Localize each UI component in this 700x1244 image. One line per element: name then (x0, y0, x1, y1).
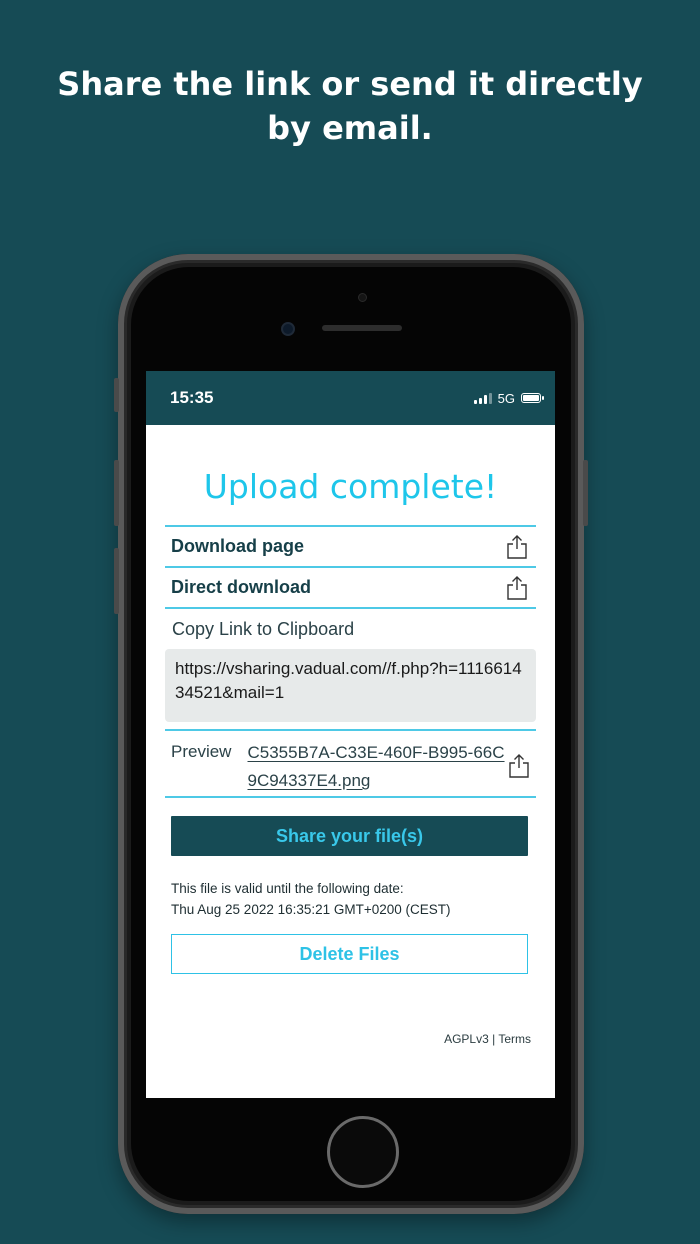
front-camera (281, 322, 295, 336)
share-icon[interactable] (506, 534, 528, 560)
preview-row: Preview C5355B7A-C33E-460F-B995-66C9C943… (165, 739, 536, 796)
volume-up-button (114, 460, 119, 526)
status-indicators: 5G (473, 390, 544, 406)
status-bar: 15:35 5G (146, 371, 555, 425)
battery-icon (521, 393, 544, 403)
power-button (583, 460, 588, 526)
copy-link-button[interactable]: Copy Link to Clipboard (172, 619, 536, 640)
direct-download-label: Direct download (171, 577, 312, 597)
validity-date: Thu Aug 25 2022 16:35:21 GMT+0200 (CEST) (171, 902, 451, 917)
direct-download-row[interactable]: Direct download (165, 566, 536, 607)
signal-icon (473, 392, 492, 404)
divider (165, 796, 536, 798)
app-screen: 15:35 5G Upload complete! Download page … (146, 371, 555, 1098)
share-icon[interactable] (508, 753, 530, 779)
home-button[interactable] (327, 1116, 399, 1188)
status-time: 15:35 (170, 388, 214, 407)
delete-files-button[interactable]: Delete Files (171, 934, 528, 974)
proximity-sensor (358, 293, 367, 302)
preview-file-link[interactable]: C5355B7A-C33E-460F-B995-66C9C94337E4.png (248, 739, 508, 795)
download-page-label: Download page (171, 536, 305, 556)
page-title: Upload complete! (203, 467, 498, 506)
divider (165, 729, 536, 731)
divider (165, 607, 536, 609)
headline: Share the link or send it directly by em… (57, 65, 643, 147)
volume-down-button (114, 548, 119, 614)
preview-label: Preview (171, 742, 232, 761)
network-label: 5G (497, 390, 515, 406)
url-field[interactable]: https://vsharing.vadual.com//f.php?h=111… (165, 649, 536, 722)
download-page-row[interactable]: Download page (165, 525, 536, 566)
footer-links[interactable]: AGPLv3 | Terms (444, 1032, 531, 1046)
share-icon[interactable] (506, 575, 528, 601)
mute-switch (114, 378, 119, 412)
validity-line-1: This file is valid until the following d… (171, 881, 404, 896)
share-files-button[interactable]: Share your file(s) (171, 816, 528, 856)
earpiece-speaker (322, 325, 402, 331)
validity-info: This file is valid until the following d… (171, 878, 530, 920)
